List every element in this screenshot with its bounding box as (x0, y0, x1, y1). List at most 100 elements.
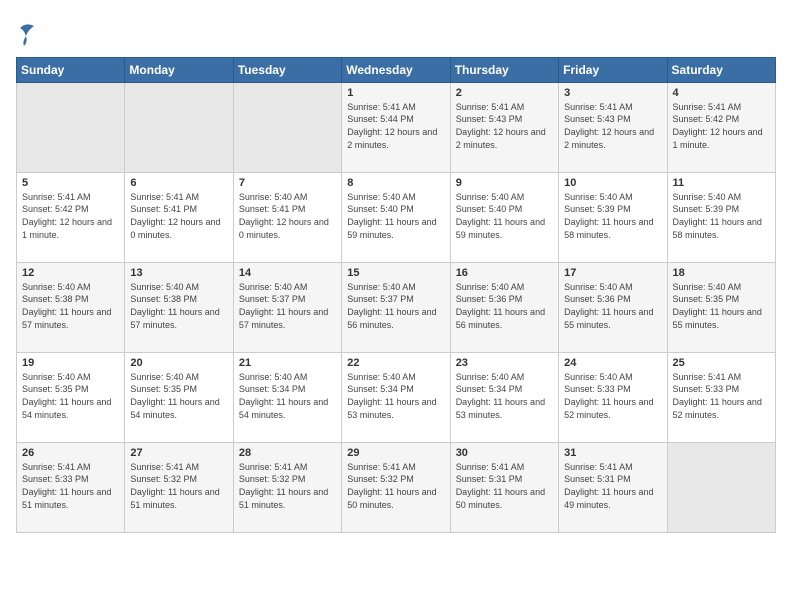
header-day-friday: Friday (559, 57, 667, 82)
day-number: 19 (22, 357, 119, 369)
day-number: 26 (22, 447, 119, 459)
day-info: Sunrise: 5:41 AM Sunset: 5:44 PM Dayligh… (347, 101, 444, 151)
day-info: Sunrise: 5:41 AM Sunset: 5:32 PM Dayligh… (239, 461, 336, 511)
day-info: Sunrise: 5:41 AM Sunset: 5:32 PM Dayligh… (347, 461, 444, 511)
day-info: Sunrise: 5:40 AM Sunset: 5:38 PM Dayligh… (130, 281, 227, 331)
calendar-cell: 22 Sunrise: 5:40 AM Sunset: 5:34 PM Dayli… (342, 352, 450, 442)
day-number: 1 (347, 87, 444, 99)
calendar-cell: 8 Sunrise: 5:40 AM Sunset: 5:40 PM Daylig… (342, 172, 450, 262)
calendar-cell (233, 82, 341, 172)
day-number: 17 (564, 267, 661, 279)
calendar-week-3: 12 Sunrise: 5:40 AM Sunset: 5:38 PM Dayli… (17, 262, 776, 352)
calendar-cell: 10 Sunrise: 5:40 AM Sunset: 5:39 PM Dayli… (559, 172, 667, 262)
day-number: 5 (22, 177, 119, 189)
day-number: 14 (239, 267, 336, 279)
calendar-cell: 23 Sunrise: 5:40 AM Sunset: 5:34 PM Dayli… (450, 352, 558, 442)
calendar-week-4: 19 Sunrise: 5:40 AM Sunset: 5:35 PM Dayli… (17, 352, 776, 442)
day-number: 6 (130, 177, 227, 189)
day-number: 9 (456, 177, 553, 189)
calendar-cell: 11 Sunrise: 5:40 AM Sunset: 5:39 PM Dayli… (667, 172, 775, 262)
day-number: 12 (22, 267, 119, 279)
day-info: Sunrise: 5:41 AM Sunset: 5:31 PM Dayligh… (564, 461, 661, 511)
logo (16, 20, 36, 53)
day-info: Sunrise: 5:41 AM Sunset: 5:42 PM Dayligh… (673, 101, 770, 151)
day-number: 2 (456, 87, 553, 99)
calendar-cell: 30 Sunrise: 5:41 AM Sunset: 5:31 PM Dayli… (450, 442, 558, 532)
day-info: Sunrise: 5:41 AM Sunset: 5:42 PM Dayligh… (22, 191, 119, 241)
calendar-cell: 28 Sunrise: 5:41 AM Sunset: 5:32 PM Dayli… (233, 442, 341, 532)
calendar-cell: 18Sunrise: 5:40 AM Sunset: 5:35 PM Dayli… (667, 262, 775, 352)
day-number: 21 (239, 357, 336, 369)
calendar-cell: 3 Sunrise: 5:41 AM Sunset: 5:43 PM Daylig… (559, 82, 667, 172)
calendar-cell: 29 Sunrise: 5:41 AM Sunset: 5:32 PM Dayli… (342, 442, 450, 532)
day-info: Sunrise: 5:41 AM Sunset: 5:32 PM Dayligh… (130, 461, 227, 511)
day-info: Sunrise: 5:41 AM Sunset: 5:33 PM Dayligh… (22, 461, 119, 511)
calendar-cell (17, 82, 125, 172)
day-info: Sunrise: 5:40 AM Sunset: 5:37 PM Dayligh… (347, 281, 444, 331)
day-number: 22 (347, 357, 444, 369)
day-number: 31 (564, 447, 661, 459)
day-info: Sunrise: 5:40 AM Sunset: 5:36 PM Dayligh… (564, 281, 661, 331)
calendar-cell: 6 Sunrise: 5:41 AM Sunset: 5:41 PM Daylig… (125, 172, 233, 262)
day-info: Sunrise: 5:40 AM Sunset: 5:40 PM Dayligh… (456, 191, 553, 241)
header-day-sunday: Sunday (17, 57, 125, 82)
header-day-thursday: Thursday (450, 57, 558, 82)
calendar-cell: 1 Sunrise: 5:41 AM Sunset: 5:44 PM Daylig… (342, 82, 450, 172)
day-info: Sunrise: 5:40 AM Sunset: 5:41 PM Dayligh… (239, 191, 336, 241)
calendar-cell: 14 Sunrise: 5:40 AM Sunset: 5:37 PM Dayli… (233, 262, 341, 352)
day-info: Sunrise: 5:40 AM Sunset: 5:37 PM Dayligh… (239, 281, 336, 331)
day-info: Sunrise: 5:41 AM Sunset: 5:31 PM Dayligh… (456, 461, 553, 511)
day-number: 25 (673, 357, 770, 369)
calendar-cell: 17 Sunrise: 5:40 AM Sunset: 5:36 PM Dayli… (559, 262, 667, 352)
calendar-cell: 24 Sunrise: 5:40 AM Sunset: 5:33 PM Dayli… (559, 352, 667, 442)
calendar-cell: 9 Sunrise: 5:40 AM Sunset: 5:40 PM Daylig… (450, 172, 558, 262)
day-number: 4 (673, 87, 770, 99)
day-number: 20 (130, 357, 227, 369)
day-number: 15 (347, 267, 444, 279)
day-number: 11 (673, 177, 770, 189)
day-info: Sunrise: 5:40 AM Sunset: 5:38 PM Dayligh… (22, 281, 119, 331)
calendar-cell: 2 Sunrise: 5:41 AM Sunset: 5:43 PM Daylig… (450, 82, 558, 172)
day-info: Sunrise: 5:41 AM Sunset: 5:43 PM Dayligh… (564, 101, 661, 151)
calendar-cell: 4 Sunrise: 5:41 AM Sunset: 5:42 PM Daylig… (667, 82, 775, 172)
day-info: Sunrise: 5:41 AM Sunset: 5:41 PM Dayligh… (130, 191, 227, 241)
day-number: 23 (456, 357, 553, 369)
calendar-table: SundayMondayTuesdayWednesdayThursdayFrid… (16, 57, 776, 533)
day-number: 16 (456, 267, 553, 279)
day-number: 3 (564, 87, 661, 99)
calendar-header-row: SundayMondayTuesdayWednesdayThursdayFrid… (17, 57, 776, 82)
calendar-cell: 5 Sunrise: 5:41 AM Sunset: 5:42 PM Daylig… (17, 172, 125, 262)
day-info: Sunrise: 5:40 AM Sunset: 5:35 PM Dayligh… (130, 371, 227, 421)
day-info: Sunrise: 5:40 AM Sunset: 5:39 PM Dayligh… (564, 191, 661, 241)
day-info: Sunrise: 5:40 AM Sunset: 5:39 PM Dayligh… (673, 191, 770, 241)
calendar-cell: 25Sunrise: 5:41 AM Sunset: 5:33 PM Dayli… (667, 352, 775, 442)
calendar-cell: 21Sunrise: 5:40 AM Sunset: 5:34 PM Dayli… (233, 352, 341, 442)
calendar-cell: 7Sunrise: 5:40 AM Sunset: 5:41 PM Daylig… (233, 172, 341, 262)
header-day-monday: Monday (125, 57, 233, 82)
calendar-cell: 20 Sunrise: 5:40 AM Sunset: 5:35 PM Dayli… (125, 352, 233, 442)
calendar-cell: 15 Sunrise: 5:40 AM Sunset: 5:37 PM Dayli… (342, 262, 450, 352)
day-info: Sunrise: 5:40 AM Sunset: 5:34 PM Dayligh… (347, 371, 444, 421)
day-info: Sunrise: 5:40 AM Sunset: 5:35 PM Dayligh… (673, 281, 770, 331)
calendar-week-1: 1 Sunrise: 5:41 AM Sunset: 5:44 PM Daylig… (17, 82, 776, 172)
calendar-cell: 12 Sunrise: 5:40 AM Sunset: 5:38 PM Dayli… (17, 262, 125, 352)
day-info: Sunrise: 5:41 AM Sunset: 5:43 PM Dayligh… (456, 101, 553, 151)
day-info: Sunrise: 5:40 AM Sunset: 5:33 PM Dayligh… (564, 371, 661, 421)
day-info: Sunrise: 5:40 AM Sunset: 5:40 PM Dayligh… (347, 191, 444, 241)
calendar-week-5: 26 Sunrise: 5:41 AM Sunset: 5:33 PM Dayli… (17, 442, 776, 532)
day-number: 28 (239, 447, 336, 459)
day-number: 10 (564, 177, 661, 189)
day-number: 24 (564, 357, 661, 369)
header-day-wednesday: Wednesday (342, 57, 450, 82)
day-info: Sunrise: 5:40 AM Sunset: 5:34 PM Dayligh… (456, 371, 553, 421)
calendar-cell (667, 442, 775, 532)
calendar-week-2: 5 Sunrise: 5:41 AM Sunset: 5:42 PM Daylig… (17, 172, 776, 262)
day-number: 27 (130, 447, 227, 459)
calendar-cell: 19Sunrise: 5:40 AM Sunset: 5:35 PM Dayli… (17, 352, 125, 442)
day-number: 8 (347, 177, 444, 189)
calendar-cell: 27 Sunrise: 5:41 AM Sunset: 5:32 PM Dayli… (125, 442, 233, 532)
day-number: 30 (456, 447, 553, 459)
day-number: 29 (347, 447, 444, 459)
day-info: Sunrise: 5:40 AM Sunset: 5:36 PM Dayligh… (456, 281, 553, 331)
calendar-cell: 31 Sunrise: 5:41 AM Sunset: 5:31 PM Dayli… (559, 442, 667, 532)
